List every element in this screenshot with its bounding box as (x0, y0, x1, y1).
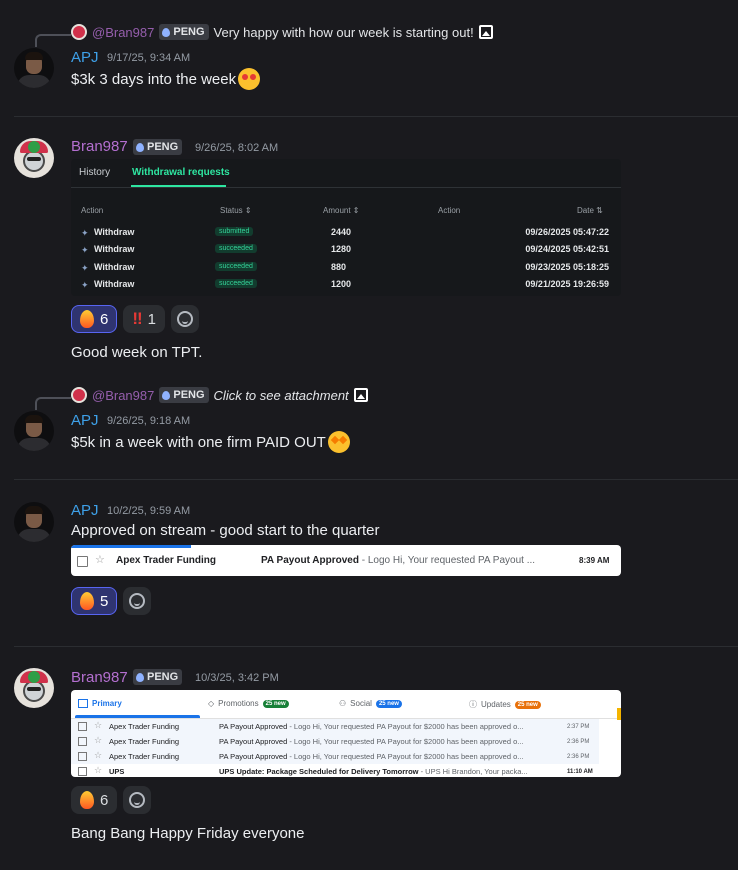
reaction-fire[interactable]: 6 (71, 305, 118, 333)
col-action: Action (81, 206, 104, 215)
message-text: $5k in a week with one firm PAID OUT (71, 431, 350, 454)
reactions: 6 (71, 786, 152, 814)
drop-icon (136, 142, 144, 152)
table-row: ✦ Withdraw succeeded 1200 09/21/2025 19:26:5… (81, 279, 609, 290)
side-panel-marker (617, 708, 621, 720)
reply-connector (35, 34, 71, 47)
withdrawal-screenshot[interactable]: History Withdrawal requests Action Statu… (71, 159, 621, 296)
author-name[interactable]: APJ (71, 412, 99, 429)
email-from: Apex Trader Funding (116, 555, 217, 566)
info-icon: ⓘ (469, 700, 477, 709)
tab-withdrawal-requests: Withdrawal requests (132, 167, 230, 178)
people-icon: ⚇ (339, 699, 347, 708)
reply-avatar (71, 24, 87, 40)
timestamp: 9/26/25, 8:02 AM (195, 142, 279, 154)
author-name[interactable]: APJ (71, 49, 99, 66)
guild-tag: PENG (133, 139, 183, 155)
message-text: Bang Bang Happy Friday everyone (71, 825, 305, 842)
message-text: $3k 3 days into the week (71, 68, 261, 91)
drop-icon (136, 672, 144, 682)
reply-connector (35, 397, 71, 410)
drop-icon (162, 27, 171, 37)
reply-avatar (71, 387, 87, 403)
inbox-icon (78, 699, 88, 708)
smile-icon (129, 792, 146, 808)
reply-preview[interactable]: @Bran987 PENG Very happy with how our we… (71, 24, 493, 40)
divider (14, 116, 738, 117)
add-reaction-button[interactable] (170, 305, 199, 333)
guild-tag: PENG (159, 387, 209, 403)
email-subject: PA Payout Approved - Logo Hi, Your reque… (261, 555, 536, 566)
double-exclamation-icon: ‼ (132, 309, 142, 328)
author-name[interactable]: Bran987 (71, 669, 128, 686)
gmail-inbox-screenshot[interactable]: Primary ◇ Promotions 25 new ⚇ Social 25 new … (71, 690, 621, 777)
email-row: ☆ UPS UPS Update: Package Scheduled for De… (71, 764, 599, 777)
author-name[interactable]: Bran987 (71, 138, 128, 155)
heart-eyes-emoji-icon (238, 68, 261, 90)
email-time: 8:39 AM (579, 556, 610, 565)
message-text: Approved on stream - good start to the q… (71, 522, 380, 539)
add-reaction-button[interactable] (123, 786, 152, 814)
fire-icon (80, 791, 94, 809)
message-text: Good week on TPT. (71, 344, 203, 361)
tab-social: ⚇ Social 25 new (339, 699, 402, 708)
avatar[interactable] (14, 502, 54, 542)
avatar[interactable] (14, 138, 54, 178)
smile-icon (176, 311, 193, 327)
avatar[interactable] (14, 668, 54, 708)
reaction-fire[interactable]: 5 (71, 587, 118, 615)
avatar[interactable] (14, 411, 54, 451)
fire-icon (80, 310, 94, 328)
avatar[interactable] (14, 48, 54, 88)
image-icon (478, 25, 493, 39)
smile-icon (129, 593, 146, 609)
tab-primary: Primary (78, 699, 122, 708)
reactions: 6 ‼ 1 (71, 305, 199, 333)
col-action-2: Action (438, 206, 461, 215)
tag-icon: ◇ (208, 699, 215, 708)
col-amount: Amount ⇕ (323, 206, 360, 215)
timestamp: 10/3/25, 3:42 PM (195, 672, 279, 684)
timestamp: 10/2/25, 9:59 AM (107, 505, 191, 517)
star-struck-emoji-icon (327, 431, 350, 453)
reactions: 5 (71, 587, 152, 615)
drop-icon (162, 390, 171, 400)
col-status: Status ⇕ (220, 206, 252, 215)
author-name[interactable]: APJ (71, 502, 99, 519)
col-date: Date ⇅ (577, 206, 603, 215)
email-row: ☆ Apex Trader Funding PA Payout Approved -… (71, 734, 599, 749)
checkbox-icon (77, 556, 88, 567)
image-icon (353, 388, 368, 402)
tab-promotions: ◇ Promotions 25 new (208, 699, 289, 708)
guild-tag: PENG (133, 669, 183, 685)
star-icon: ☆ (95, 554, 105, 566)
reaction-fire[interactable]: 6 (71, 786, 118, 814)
reaction-double-exclamation[interactable]: ‼ 1 (123, 305, 165, 333)
divider (14, 646, 738, 647)
fire-icon (80, 592, 94, 610)
add-reaction-button[interactable] (123, 587, 152, 615)
table-row: ✦ Withdraw succeeded 1280 09/24/2025 05:42:5… (81, 244, 609, 255)
table-row: ✦ Withdraw submitted 2440 09/26/2025 05:47:2… (81, 227, 609, 238)
reply-username[interactable]: @Bran987 (92, 388, 154, 403)
email-row: ☆ Apex Trader Funding PA Payout Approved -… (71, 719, 599, 734)
email-screenshot[interactable]: ☆ Apex Trader Funding PA Payout Approved… (71, 545, 621, 576)
tab-history: History (79, 167, 111, 178)
table-row: ✦ Withdraw succeeded 880 09/23/2025 05:18:25 (81, 262, 609, 273)
timestamp: 9/26/25, 9:18 AM (107, 415, 191, 427)
reply-preview[interactable]: @Bran987 PENG Click to see attachment (71, 387, 368, 403)
guild-tag: PENG (159, 24, 209, 40)
email-row: ☆ Apex Trader Funding PA Payout Approved -… (71, 749, 599, 764)
divider (14, 479, 738, 480)
reply-text: Click to see attachment (213, 387, 349, 403)
reply-text: Very happy with how our week is starting… (213, 24, 474, 40)
tab-updates: ⓘ Updates 25 new (469, 699, 541, 710)
reply-username[interactable]: @Bran987 (92, 25, 154, 40)
timestamp: 9/17/25, 9:34 AM (107, 52, 191, 64)
